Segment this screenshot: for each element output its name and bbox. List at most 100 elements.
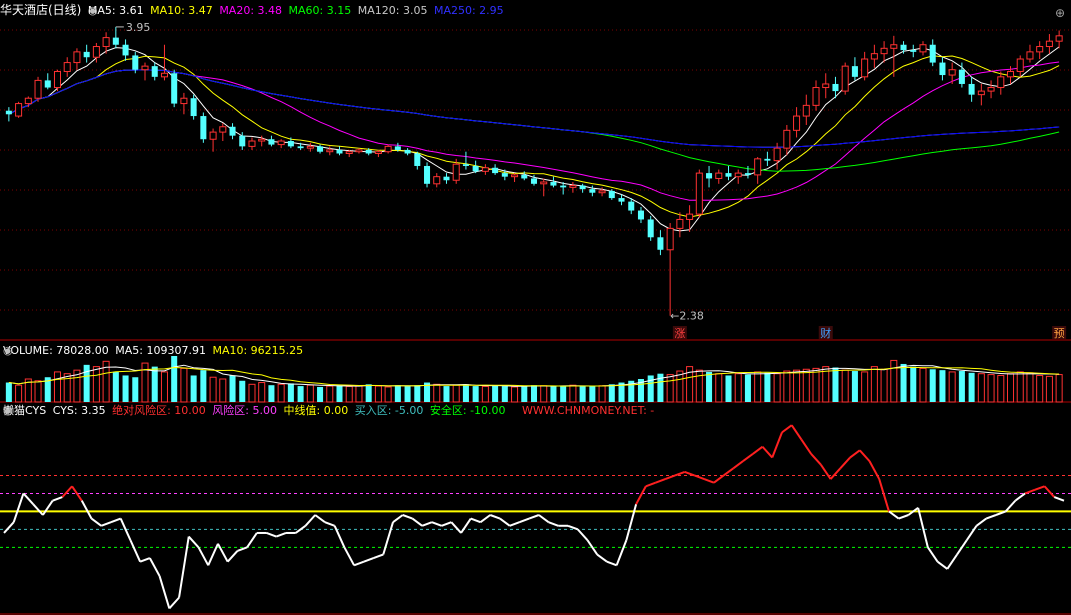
main-collapse-icon[interactable]: ◉: [88, 4, 98, 17]
volume-bar: [890, 359, 898, 403]
cys-line-segment: [392, 514, 404, 523]
volume-bar: [1026, 372, 1034, 403]
cys-line-segment: [752, 445, 764, 455]
volume-bar: [987, 374, 995, 403]
cys-line-segment: [548, 521, 559, 527]
volume-bar: [521, 386, 528, 402]
volume-bar: [239, 380, 246, 402]
cys-line-segment: [1024, 488, 1036, 495]
cys-line-segment: [148, 557, 161, 577]
volume-bar: [734, 373, 742, 403]
volume-bar: [190, 375, 197, 402]
volume-header: ◉ VOLUME: 78028.00 MA5: 109307.91 MA10: …: [3, 344, 306, 357]
volume-bar: [15, 384, 23, 403]
candle: [326, 149, 334, 153]
volume-bar: [443, 386, 450, 402]
cys-line-segment: [479, 514, 491, 523]
cys-line-segment: [713, 474, 725, 484]
cys-line-segment: [528, 514, 540, 520]
cys-line-segment: [567, 524, 579, 531]
ma10-line: [8, 55, 1060, 218]
zoom-icon[interactable]: ⊕: [1055, 6, 1065, 20]
volume-bar: [560, 386, 567, 402]
candle: [472, 165, 479, 172]
candle: [900, 44, 907, 51]
candle: [1036, 46, 1044, 53]
candle: [112, 37, 119, 45]
cys-line-segment: [975, 517, 987, 527]
cys-collapse-icon[interactable]: ◉: [3, 404, 13, 417]
candle: [481, 167, 489, 172]
volume-bar: [1055, 374, 1063, 403]
cys-line-segment: [32, 503, 44, 516]
cys-line-segment: [606, 560, 618, 567]
volume-bar: [326, 385, 334, 403]
volume-bar: [783, 370, 791, 403]
cys-line-segment: [596, 553, 608, 563]
cys-line-segment: [61, 485, 73, 498]
event-marker: 涨: [674, 327, 685, 340]
candle: [870, 53, 878, 60]
cys-line-segment: [1053, 496, 1065, 502]
candle: [433, 176, 441, 185]
stock-chart[interactable]: 3.95 ←2.38 涨 财 预: [0, 0, 1071, 615]
candle: [968, 83, 975, 95]
volume-bar: [394, 385, 401, 402]
candle: [754, 158, 762, 176]
cys-line-segment: [742, 453, 754, 462]
candle: [462, 164, 469, 166]
candle: [160, 72, 168, 78]
cys-line-segment: [304, 514, 316, 527]
volume-bar: [122, 375, 129, 402]
candle: [248, 140, 256, 147]
candle: [1006, 70, 1015, 78]
cys-line-segment: [878, 478, 890, 512]
candle: [34, 79, 42, 99]
candle: [384, 145, 392, 153]
candle: [102, 37, 110, 48]
cys-line-segment: [197, 546, 210, 566]
volume-collapse-icon[interactable]: ◉: [3, 344, 13, 357]
volume-bar: [83, 364, 90, 402]
volume-label: VOLUME: 78028.00: [3, 344, 109, 357]
cys-line-segment: [52, 496, 63, 502]
high-price-label: 3.95: [126, 21, 151, 34]
volume-bar: [706, 371, 713, 402]
cys-line-segment: [1034, 485, 1045, 491]
low-price-label: ←2.38: [670, 310, 704, 323]
candle: [939, 62, 946, 76]
ma120-line: [8, 69, 1060, 148]
cys-line-segment: [324, 521, 335, 527]
volume-bar: [550, 386, 557, 402]
candle: [851, 66, 858, 77]
cys-line-segment: [402, 514, 413, 520]
cys-line-segment: [237, 546, 248, 552]
volume-bar: [404, 386, 411, 402]
cys-line-segment: [936, 560, 948, 570]
candle: [579, 185, 586, 190]
volume-bar: [773, 373, 781, 403]
volume-bar: [919, 367, 927, 403]
volume-bar: [725, 375, 732, 402]
cys-line-segment: [761, 446, 773, 459]
cys-line-segment: [781, 424, 793, 434]
stock-title: 华天酒店(日线): [0, 3, 82, 17]
candle: [180, 97, 188, 105]
volume-bar: [880, 368, 888, 403]
candle: [880, 47, 888, 55]
candle: [890, 44, 898, 49]
volume-bar: [462, 384, 469, 402]
volume-bar: [832, 367, 839, 402]
volume-bar: [530, 385, 538, 402]
volume-bar: [870, 366, 878, 403]
candle: [608, 190, 615, 199]
volume-bar: [492, 385, 499, 402]
cys-line-segment: [489, 514, 501, 520]
candle: [725, 173, 732, 177]
candle: [521, 174, 528, 179]
candle: [209, 131, 217, 140]
candle: [628, 201, 635, 211]
cys-line-segment: [888, 510, 900, 520]
candle: [637, 210, 644, 220]
cys-line-segment: [577, 528, 589, 541]
